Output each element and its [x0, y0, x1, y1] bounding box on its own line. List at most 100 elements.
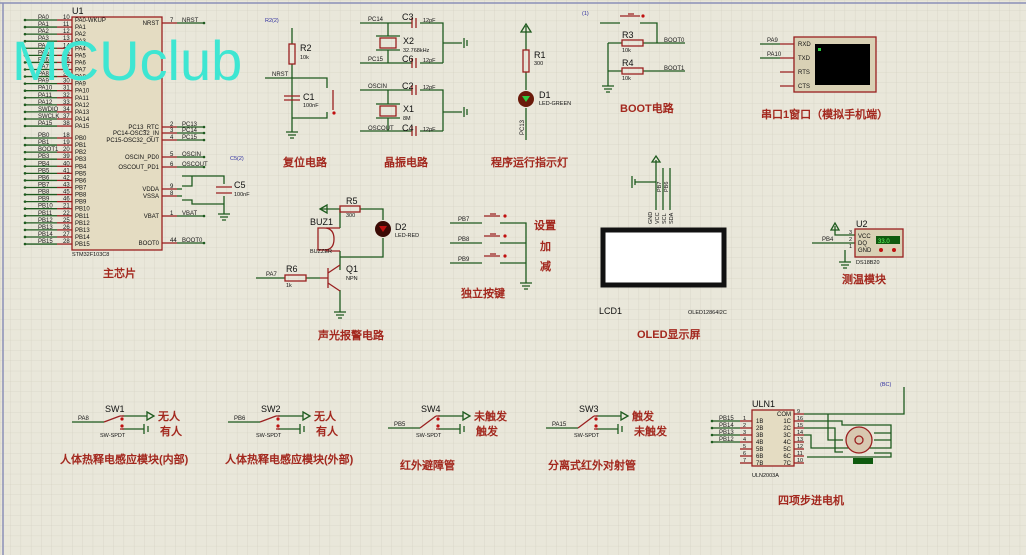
net-label: PB8 — [458, 237, 470, 243]
switch-bottom-label: 有人 — [160, 424, 183, 438]
d2-value: LED-RED — [395, 233, 419, 239]
boot-probe[interactable]: (1) — [582, 11, 589, 17]
switch-part: SW-SPDT — [416, 433, 442, 439]
net-label: PB8 — [38, 190, 50, 196]
wire-terminal — [23, 143, 27, 147]
switch-top-label: 未触发 — [473, 409, 508, 423]
wire-terminal — [202, 21, 206, 25]
net-label: PB0 — [38, 133, 50, 139]
terminal-screen[interactable] — [815, 44, 870, 85]
switch-bottom-label: 触发 — [475, 424, 499, 438]
net-label: PB10 — [38, 204, 53, 210]
key-plus-button[interactable] — [503, 234, 507, 238]
net-label: PB11 — [38, 211, 53, 217]
pin-number: 6 — [743, 451, 746, 457]
pin-number: 10 — [797, 458, 803, 464]
pin-number: 11 — [63, 22, 70, 28]
cap-value: 12pF — [423, 85, 436, 91]
net-label: SWDIO — [38, 107, 59, 113]
reset-probe[interactable]: R2(2) — [265, 18, 279, 24]
net-label: PA12 — [38, 100, 53, 106]
pin-number: 15 — [797, 423, 803, 429]
watermark-logo: MCUclub — [12, 29, 242, 92]
wire-terminal — [23, 242, 27, 246]
net-label: PA10 — [767, 52, 782, 58]
net-label: PB9 — [458, 257, 470, 263]
schematic-canvas[interactable]: U1 STM32F103C8 10PA0 PA0-WKUP11PA1 PA112PA… — [0, 0, 1026, 555]
pin-name: 3B — [756, 433, 763, 439]
x1-ref: X1 — [403, 104, 414, 114]
pin-number: 45 — [63, 190, 70, 196]
pin-name: PA14 — [75, 117, 90, 123]
button-indicator[interactable] — [641, 14, 645, 18]
wire-terminal — [710, 433, 714, 437]
net-label: PB1 — [38, 140, 50, 146]
key-minus-button[interactable] — [503, 254, 507, 258]
net-label: PB13 — [38, 225, 53, 231]
pin-number: 2 — [743, 423, 746, 429]
section-stepper: 四项步进电机 — [778, 493, 844, 507]
pin-number: 12 — [797, 444, 803, 450]
key-set-button[interactable] — [503, 214, 507, 218]
section-switch: 人体热释电感应模块(外部) — [225, 452, 354, 466]
pin-name: 1B — [756, 419, 763, 425]
wire-terminal — [202, 214, 206, 218]
temp-down-button[interactable] — [879, 248, 883, 252]
temp-up-button[interactable] — [892, 248, 896, 252]
switch-indicator — [120, 417, 124, 421]
net-label: PB4 — [38, 161, 50, 167]
r1-ref: R1 — [534, 50, 546, 60]
net-label: PB13 — [719, 430, 734, 436]
pin-name: PB15 — [75, 242, 90, 248]
uln1-part: ULN2003A — [752, 473, 779, 479]
wire-terminal — [23, 221, 27, 225]
pin-number: 43 — [63, 182, 70, 188]
pin-name: BOOT0 — [139, 241, 160, 247]
wire-terminal — [23, 124, 27, 128]
c5-probe[interactable]: C5(2) — [230, 156, 244, 162]
switch-ref: SW4 — [421, 404, 441, 414]
net-label: PA9 — [767, 38, 779, 44]
pin-number: 3 — [743, 430, 746, 436]
pin-number: 22 — [63, 211, 70, 217]
r3-ref: R3 — [622, 30, 634, 40]
buz1-value: BUZZER — [310, 249, 332, 255]
pin-number: 21 — [63, 204, 70, 210]
net-label: OSCIN — [368, 84, 387, 90]
wire-terminal — [710, 419, 714, 423]
pin-name: PB0 — [75, 136, 87, 142]
button-indicator[interactable] — [332, 111, 336, 115]
pin-name: PB9 — [75, 200, 87, 206]
pin-number: 46 — [63, 197, 70, 203]
net-label: PB6 — [234, 416, 246, 422]
net-label: PC15 — [182, 135, 198, 141]
switch-ref: SW3 — [579, 404, 599, 414]
pin-number: 37 — [63, 114, 70, 120]
pin-vcc: VCC — [858, 234, 871, 240]
pin-name: PA0-WKUP — [75, 18, 106, 24]
net-label: NRST — [272, 72, 289, 78]
q1-ref: Q1 — [346, 264, 358, 274]
oled-screen — [600, 227, 727, 288]
wire-terminal — [23, 157, 27, 161]
r1-value: 300 — [534, 61, 543, 67]
wire-terminal — [23, 110, 27, 114]
c4-ref: C4 — [402, 123, 414, 133]
oled-part: OLED12864I2C — [688, 310, 727, 316]
wire-terminal — [23, 228, 27, 232]
pin-number: 5 — [743, 444, 746, 450]
net-label: VBAT — [182, 211, 198, 217]
wire-terminal — [23, 18, 27, 22]
section-keys: 独立按键 — [460, 286, 506, 300]
mcu-ref: U1 — [72, 6, 84, 16]
wire-terminal — [23, 25, 27, 29]
temp-reading: 33.0 — [878, 239, 890, 245]
d1-ref: D1 — [539, 90, 551, 100]
pin-number: 19 — [63, 140, 70, 146]
r6-value: 1k — [286, 283, 292, 289]
pin-name: PB3 — [75, 157, 87, 163]
mcu-part: STM32F103C8 — [72, 252, 109, 258]
pin-number: 28 — [63, 239, 70, 245]
stepper-probe[interactable]: (BC) — [880, 382, 891, 388]
key-label-minus: 减 — [540, 259, 551, 273]
